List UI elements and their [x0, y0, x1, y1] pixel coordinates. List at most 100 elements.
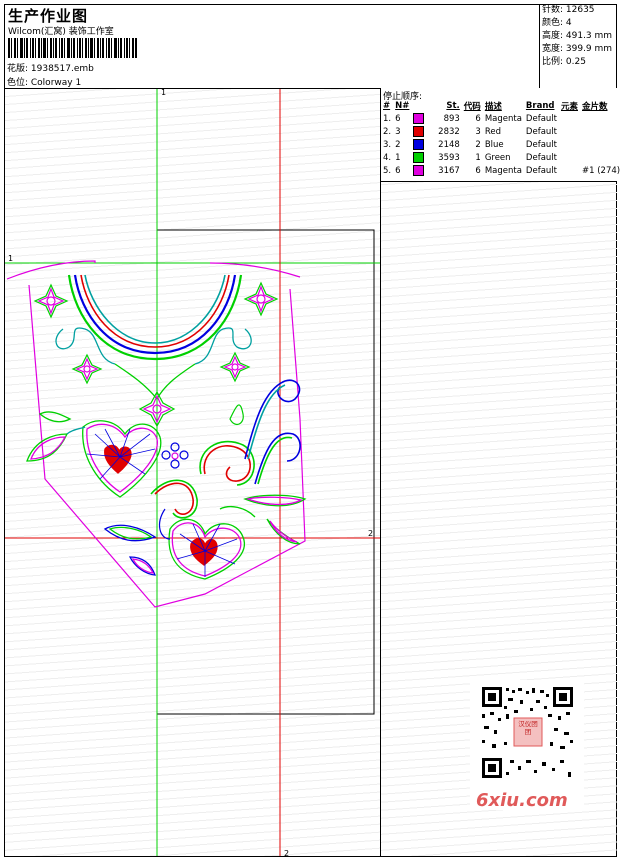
col-needle: N# — [395, 101, 410, 111]
brand-cell: Default — [525, 126, 557, 137]
sequin-count-cell — [580, 112, 620, 125]
color-description: Magenta — [484, 113, 522, 124]
col-stitches: St. — [446, 101, 460, 111]
element-cell — [559, 138, 580, 151]
neckline-blue — [73, 274, 237, 355]
flower-mid-left — [71, 353, 103, 385]
stop-row: 3. 2 2148 2 Blue Default — [381, 138, 620, 151]
color-code: 3 — [475, 126, 481, 137]
color-swatch — [413, 126, 425, 137]
color-description: Green — [484, 152, 511, 163]
studio-subtitle: Wilcom(汇窝) 装饰工作室 — [8, 27, 114, 37]
stitch-count-cell: 2148 — [438, 139, 460, 150]
color-swatch-cell — [411, 164, 426, 177]
sequin-count-cell: #1 (274) — [582, 165, 620, 176]
color-code: 2 — [475, 139, 481, 150]
brand-cell: Default — [525, 113, 557, 124]
design-scale: 比例: 0.25 — [542, 57, 586, 67]
barcode-image — [8, 38, 137, 58]
stop-row: 1. 6 893 6 Magenta Default — [381, 112, 620, 125]
needle-number: 1 — [395, 152, 401, 163]
colorway-label: 色位: Colorway 1 — [7, 78, 82, 88]
needle-number: 6 — [395, 165, 401, 176]
needle-number: 2 — [395, 139, 401, 150]
heart-lower — [168, 518, 246, 580]
col-brand: Brand — [525, 101, 555, 111]
flower-top-left — [33, 283, 69, 319]
brand-cell: Default — [525, 139, 557, 150]
neckline-cyan — [84, 274, 226, 344]
col-description: 描述 — [484, 102, 502, 112]
stop-index: 3. — [383, 139, 392, 150]
stop-row: 2. 3 2832 3 Red Default — [381, 125, 620, 138]
stitch-count-cell: 3167 — [438, 165, 460, 176]
color-code: 1 — [475, 152, 481, 163]
axis-marker-h1: 1 — [8, 254, 14, 263]
color-swatch-cell — [411, 138, 426, 151]
element-cell — [559, 125, 580, 138]
design-width: 宽度: 399.9 mm — [542, 44, 613, 54]
stitch-count-cell: 893 — [443, 113, 460, 124]
stop-row: 5. 6 3167 6 Magenta Default #1 (274) — [381, 164, 620, 177]
color-swatch-cell — [411, 112, 426, 125]
color-description: Magenta — [484, 165, 522, 176]
sequin-count-cell — [580, 125, 620, 138]
flower-mid-right — [219, 351, 251, 383]
stop-table-header: # N# St. 代码 描述 Brand 元素 金片数 — [381, 100, 620, 112]
element-cell — [559, 151, 580, 164]
col-index: # — [383, 101, 391, 111]
stop-index: 4. — [383, 152, 392, 163]
color-code: 6 — [475, 113, 481, 124]
color-swatch-cell — [411, 125, 426, 138]
stop-index: 2. — [383, 126, 392, 137]
brand-cell: Default — [525, 152, 557, 163]
right-vine — [156, 327, 252, 400]
color-code: 6 — [475, 165, 481, 176]
needle-number: 3 — [395, 126, 401, 137]
col-swatch — [411, 100, 426, 112]
flower-top-right — [243, 281, 279, 317]
color-swatch — [413, 139, 425, 150]
axis-marker-v1: 1 — [161, 88, 167, 97]
col-element: 元素 — [560, 102, 578, 112]
color-swatch-cell — [411, 151, 426, 164]
stop-row: 4. 1 3593 1 Green Default — [381, 151, 620, 164]
col-sequin: 金片数 — [582, 102, 608, 112]
left-vine — [55, 327, 158, 400]
stitch-count-cell: 2832 — [438, 126, 460, 137]
stitch-count: 针数: 12635 — [542, 5, 595, 15]
design-height: 高度: 491.3 mm — [542, 31, 613, 41]
neckline-top-edge — [6, 260, 301, 280]
element-cell — [559, 112, 580, 125]
flower-small-blue — [161, 442, 189, 469]
stop-index: 5. — [383, 165, 392, 176]
leaf-lower-left — [103, 524, 157, 576]
sequin-count-cell — [580, 138, 620, 151]
axis-marker-v2: 2 — [284, 849, 290, 858]
element-cell — [559, 164, 580, 177]
page-title: 生产作业图 — [8, 7, 89, 25]
sequin-count-cell — [580, 151, 620, 164]
heart-upper — [82, 420, 162, 498]
color-description: Red — [484, 126, 501, 137]
stop-sequence-panel: 停止顺序: # N# St. 代码 描述 Brand 元素 金片数 1. 6 893… — [381, 88, 620, 182]
neckline-red — [80, 274, 230, 348]
leaf-left — [26, 411, 86, 462]
site-watermark: 6xiu.com — [476, 790, 568, 811]
design-canvas — [5, 89, 380, 856]
embroidery-design — [5, 89, 380, 856]
col-code: 代码 — [463, 102, 481, 112]
color-count: 颜色: 4 — [542, 18, 572, 28]
stitch-count-cell: 3593 — [438, 152, 460, 163]
stop-sequence-table: # N# St. 代码 描述 Brand 元素 金片数 1. 6 893 6 Magen… — [381, 100, 620, 177]
right-scroll — [199, 379, 307, 545]
color-description: Blue — [484, 139, 504, 150]
design-stats-panel: 针数: 12635 颜色: 4 高度: 491.3 mm 宽度: 399.9 m… — [539, 4, 617, 89]
color-swatch — [413, 165, 425, 176]
stop-index: 1. — [383, 113, 392, 124]
outer-cut-line — [28, 284, 306, 608]
axis-marker-h2: 2 — [368, 529, 374, 538]
needle-number: 6 — [395, 113, 401, 124]
brand-cell: Default — [525, 165, 557, 176]
qr-stamp-text: 汉仪团团 — [518, 720, 538, 736]
